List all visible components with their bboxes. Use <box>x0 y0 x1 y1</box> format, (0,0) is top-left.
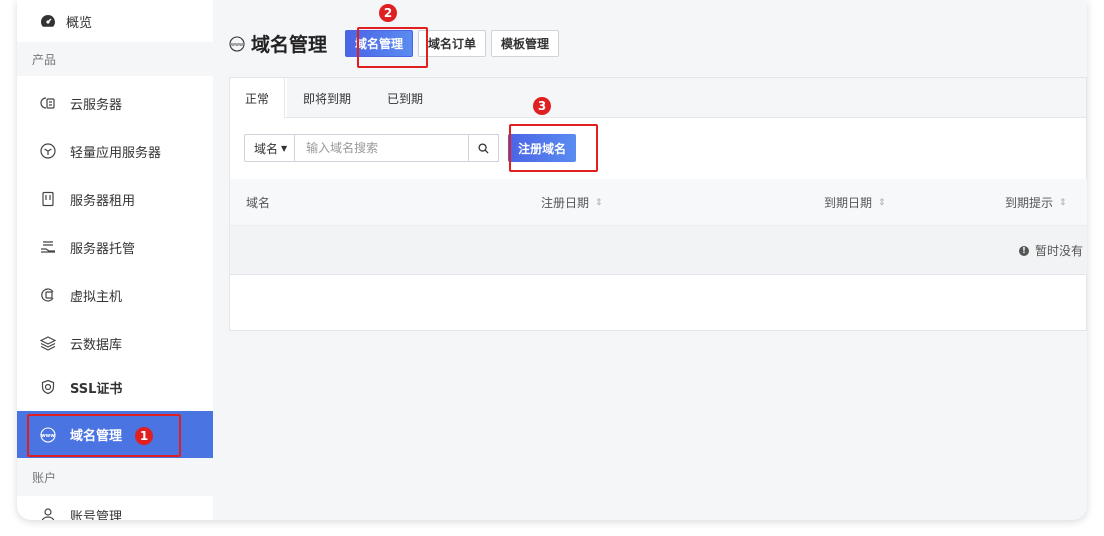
search-button[interactable] <box>469 134 500 162</box>
svg-text:www: www <box>231 42 243 48</box>
domain-search-input[interactable] <box>295 134 470 162</box>
virtual-host-icon <box>40 287 56 303</box>
page-title: 域名管理 <box>251 34 328 56</box>
sidebar-item-label: 概览 <box>66 15 93 31</box>
sidebar-item-overview[interactable]: 概览 <box>17 6 213 36</box>
column-expire-date[interactable]: 到期日期 ⇕ <box>824 179 886 226</box>
tab-template-management[interactable]: 模板管理 <box>491 30 560 57</box>
column-domain-label: 域名 <box>246 196 271 210</box>
column-expire-notice[interactable]: 到期提示 ⇕ <box>1005 179 1067 226</box>
search-type-value: 域名 <box>254 141 279 156</box>
sort-icon: ⇕ <box>595 197 603 208</box>
sidebar-item-lightweight-server[interactable]: 轻量应用服务器 <box>17 128 213 174</box>
highlight-box-1 <box>27 414 181 457</box>
table-header: 域名 注册日期 ⇕ 到期日期 ⇕ 到期提示 ⇕ <box>230 179 1087 226</box>
sidebar-item-ssl[interactable]: SSL证书 <box>17 364 213 410</box>
caret-down-icon: ▼ <box>281 143 288 153</box>
empty-text: 暂时没有 <box>1035 244 1084 258</box>
sidebar-item-server-rental[interactable]: 服务器租用 <box>17 176 213 222</box>
search-icon <box>478 142 489 154</box>
step-badge-1: 1 <box>135 427 153 445</box>
dashboard-icon <box>40 13 56 29</box>
sidebar-item-label: 服务器托管 <box>70 241 136 257</box>
sort-icon: ⇕ <box>1059 197 1067 208</box>
subtab-expiring[interactable]: 即将到期 <box>303 78 351 118</box>
sidebar-item-server-hosting[interactable]: 服务器托管 <box>17 224 213 270</box>
empty-state-row: ! 暂时没有 <box>230 226 1087 275</box>
sidebar-item-virtual-host[interactable]: 虚拟主机 <box>17 272 213 318</box>
sidebar-item-cloud-server[interactable]: 云服务器 <box>17 80 213 126</box>
domain-list-card: 正常 即将到期 已到期 域名 ▼ 注册域名 域名 注册日期⇕ 到期日期⇕ 到 <box>229 77 1087 331</box>
column-expire-date-label: 到期日期 <box>824 196 873 210</box>
search-type-select[interactable]: 域名 ▼ <box>244 134 296 162</box>
sidebar-item-account[interactable]: 账号管理 <box>17 500 213 520</box>
highlight-box-3 <box>509 124 598 172</box>
step-badge-2: 2 <box>379 4 397 22</box>
ssl-shield-icon <box>40 379 56 395</box>
column-register-date[interactable]: 注册日期 ⇕ <box>541 179 603 226</box>
subtab-expired[interactable]: 已到期 <box>387 78 423 118</box>
status-subtabs: 正常 即将到期 已到期 <box>230 78 1087 118</box>
sidebar-item-label: 服务器租用 <box>70 193 136 209</box>
www-globe-icon: www <box>229 35 245 52</box>
info-icon: ! <box>1019 245 1029 256</box>
subtab-normal[interactable]: 正常 <box>230 78 286 118</box>
empty-message: ! 暂时没有 <box>1019 226 1083 275</box>
column-domain: 域名 <box>246 179 270 226</box>
sort-icon: ⇕ <box>878 197 886 208</box>
column-expire-notice-label: 到期提示 <box>1005 196 1054 210</box>
cube-icon <box>40 143 56 159</box>
sidebar-item-label: 云服务器 <box>70 97 123 113</box>
database-layers-icon <box>40 335 56 351</box>
sidebar-section-account: 账户 <box>17 458 213 496</box>
hand-server-icon <box>40 239 56 255</box>
sidebar-item-label: 云数据库 <box>70 337 123 353</box>
sidebar-item-label: 轻量应用服务器 <box>70 145 162 161</box>
step-badge-3: 3 <box>533 97 551 115</box>
server-rack-icon <box>40 191 56 207</box>
highlight-box-2 <box>357 27 428 68</box>
user-icon <box>40 507 56 520</box>
sidebar-item-label: 账号管理 <box>70 509 123 521</box>
main-content: www 域名管理 域名管理 域名订单 模板管理 正常 即将到期 已到期 域名 ▼ <box>213 0 1087 520</box>
tab-domain-orders[interactable]: 域名订单 <box>418 30 487 57</box>
sidebar-item-label: 虚拟主机 <box>70 289 123 305</box>
sidebar-item-label: SSL证书 <box>70 381 123 397</box>
sidebar-section-products: 产品 <box>17 42 213 76</box>
sidebar-item-cloud-database[interactable]: 云数据库 <box>17 320 213 366</box>
column-register-date-label: 注册日期 <box>541 196 590 210</box>
cloud-server-icon <box>40 95 56 111</box>
